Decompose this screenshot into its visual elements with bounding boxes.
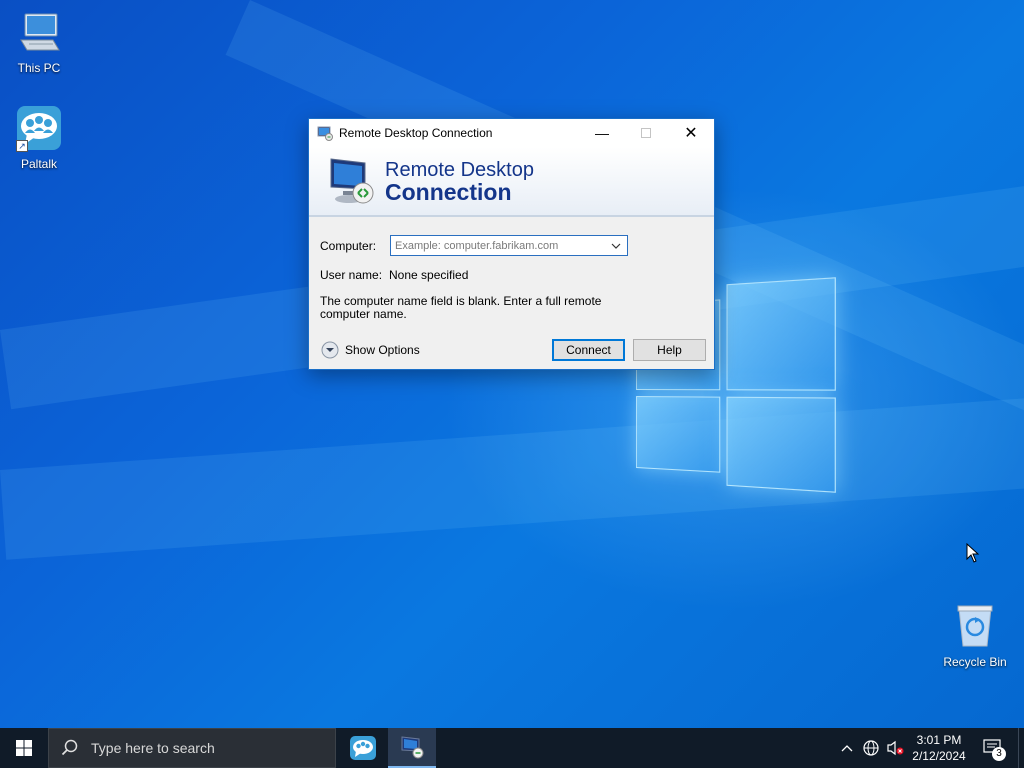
desktop-icon-label: Recycle Bin <box>943 655 1007 669</box>
status-message: The computer name field is blank. Enter … <box>320 294 602 321</box>
maximize-button <box>623 119 669 147</box>
help-button[interactable]: Help <box>633 339 706 361</box>
username-value: None specified <box>389 268 469 282</box>
remote-desktop-monitor-icon <box>330 158 374 204</box>
desktop-icon-label: This PC <box>17 61 61 75</box>
close-button[interactable]: ✕ <box>668 119 714 147</box>
action-center-button[interactable]: 3 <box>978 728 1008 768</box>
network-button[interactable] <box>860 728 882 768</box>
username-label: User name: <box>320 268 383 282</box>
dialog-banner: Remote Desktop Connection <box>309 147 714 217</box>
computer-combobox[interactable] <box>390 235 628 256</box>
combobox-dropdown-button[interactable] <box>607 237 625 254</box>
recycle-bin-icon <box>957 605 993 647</box>
taskbar-clock[interactable]: 3:01 PM 2/12/2024 <box>906 732 972 764</box>
clock-time: 3:01 PM <box>916 733 962 747</box>
maximize-icon <box>641 128 651 138</box>
expand-circle-icon <box>321 341 339 359</box>
show-desktop-button[interactable] <box>1018 728 1024 768</box>
computer-label: Computer: <box>320 239 377 253</box>
mouse-cursor-icon <box>966 543 980 563</box>
chevron-down-icon <box>611 243 621 249</box>
taskbar-app-paltalk[interactable] <box>340 728 386 768</box>
network-globe-icon <box>863 740 879 756</box>
start-button[interactable] <box>0 728 48 768</box>
computer-icon <box>20 13 60 51</box>
windows-start-icon <box>16 740 32 756</box>
volume-muted-icon <box>887 740 904 756</box>
taskbar: Type here to search 3:01 PM 2/12/2024 3 <box>0 728 1024 768</box>
connect-button[interactable]: Connect <box>552 339 625 361</box>
remote-desktop-app-icon <box>401 736 424 759</box>
desktop-icon-recycle-bin[interactable]: Recycle Bin <box>937 604 1013 669</box>
paltalk-icon <box>350 736 376 760</box>
banner-title-line2: Connection <box>385 179 512 205</box>
minimize-icon: — <box>595 125 609 141</box>
close-icon: ✕ <box>684 125 698 142</box>
show-hidden-icons-button[interactable] <box>838 728 856 768</box>
notification-count-badge: 3 <box>992 747 1006 761</box>
light-beam <box>0 393 1024 560</box>
search-icon <box>61 739 78 756</box>
desktop-icon-paltalk[interactable]: Paltalk <box>1 106 77 171</box>
show-options-toggle[interactable]: Show Options <box>321 341 420 359</box>
shortcut-arrow-icon: ↗ <box>16 140 28 152</box>
taskbar-app-remote-desktop[interactable] <box>388 728 436 768</box>
dialog-titlebar[interactable]: Remote Desktop Connection — ✕ <box>309 119 714 147</box>
chevron-up-icon <box>841 745 853 752</box>
search-placeholder: Type here to search <box>91 740 215 756</box>
show-options-label: Show Options <box>345 343 420 357</box>
desktop-icon-this-pc[interactable]: This PC <box>1 10 77 75</box>
taskbar-search-box[interactable]: Type here to search <box>48 728 336 768</box>
dialog-title: Remote Desktop Connection <box>339 126 493 140</box>
remote-desktop-app-icon <box>317 126 333 141</box>
remote-desktop-dialog: Remote Desktop Connection — ✕ Remote Des… <box>308 118 715 370</box>
computer-input[interactable] <box>391 236 601 255</box>
clock-date: 2/12/2024 <box>912 749 966 763</box>
desktop-icon-label: Paltalk <box>20 157 58 171</box>
minimize-button[interactable]: — <box>579 119 625 147</box>
volume-button[interactable] <box>884 728 906 768</box>
